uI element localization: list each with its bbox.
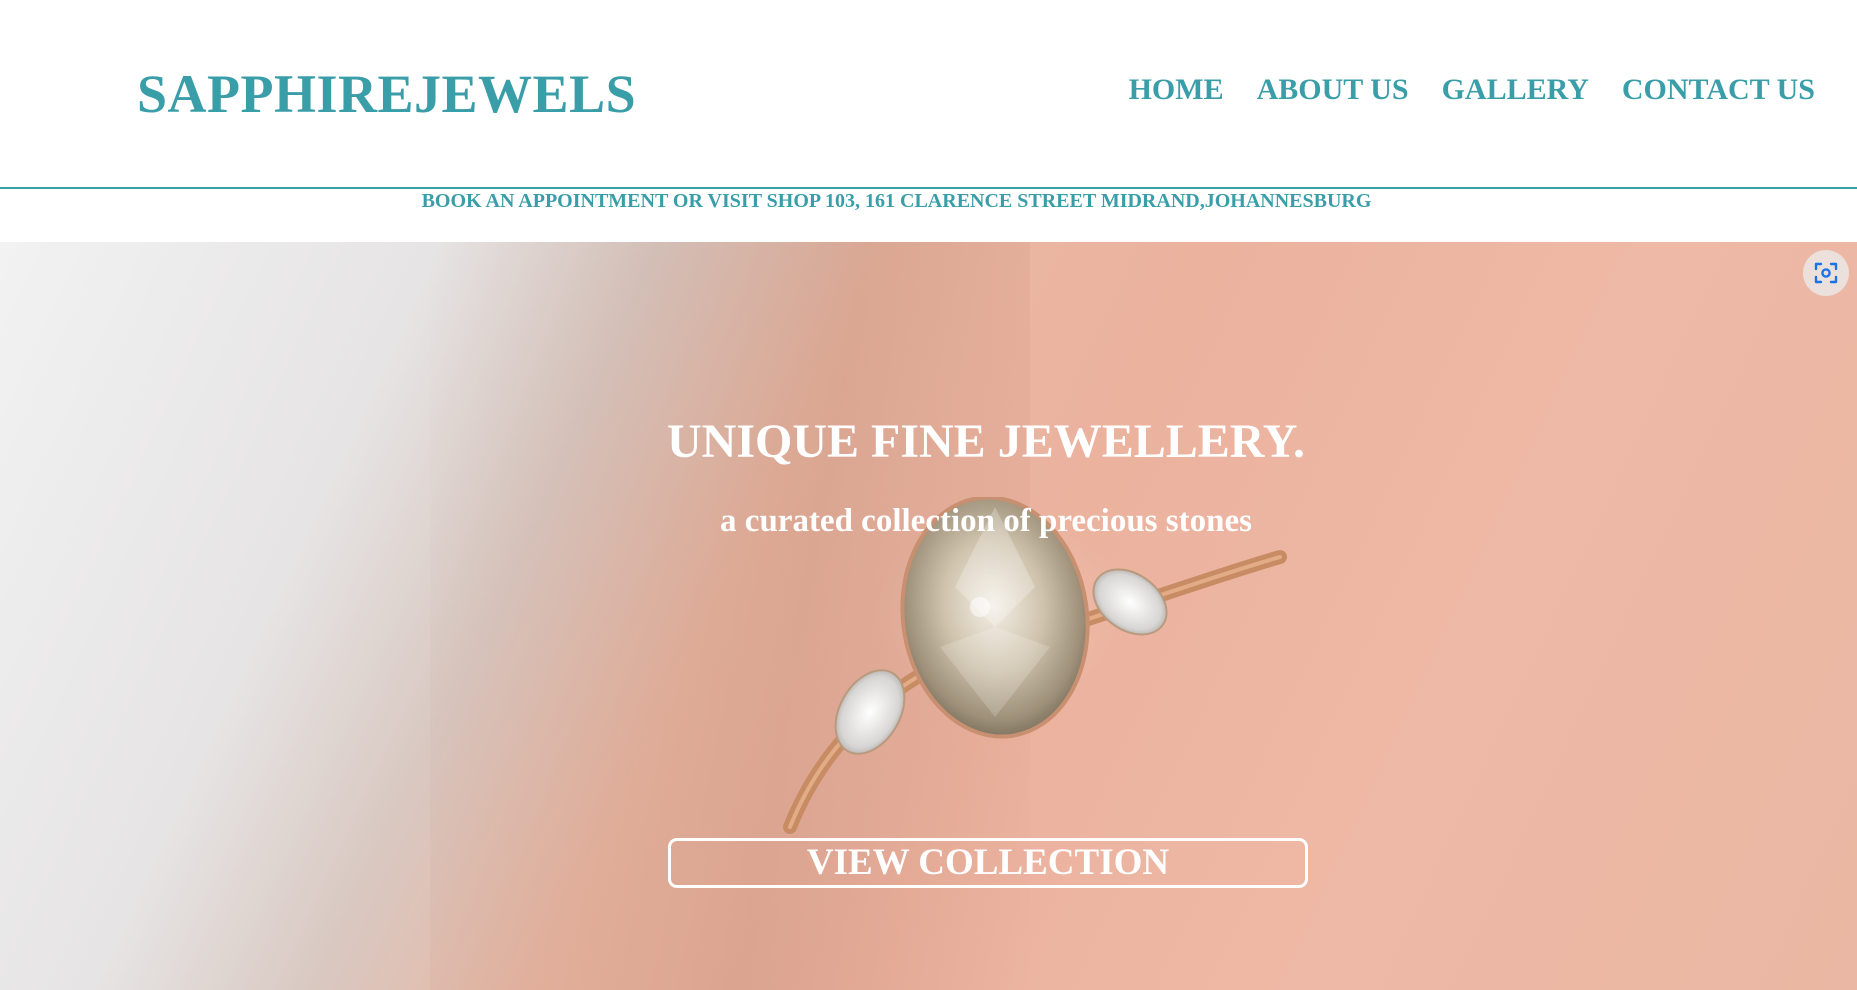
- view-collection-label: VIEW COLLECTION: [806, 842, 1170, 883]
- view-collection-button[interactable]: VIEW COLLECTION: [668, 838, 1308, 888]
- announcement-text: BOOK AN APPOINTMENT OR VISIT SHOP 103, 1…: [421, 190, 1372, 212]
- hero-banner: UNIQUE FINE JEWELLERY. a curated collect…: [0, 242, 1857, 990]
- nav-about-us[interactable]: ABOUT US: [1257, 70, 1409, 110]
- nav-contact-us[interactable]: CONTACT US: [1622, 70, 1815, 110]
- nav-home[interactable]: HOME: [1129, 70, 1224, 110]
- hero-title: UNIQUE FINE JEWELLERY.: [666, 415, 1305, 469]
- hero-subtitle: a curated collection of precious stones: [720, 503, 1252, 539]
- hero-ring-image: [783, 497, 1287, 834]
- site-logo[interactable]: SAPPHIREJEWELS: [137, 62, 636, 126]
- announcement-bar: BOOK AN APPOINTMENT OR VISIT SHOP 103, 1…: [0, 189, 1857, 242]
- site-header: SAPPHIREJEWELS HOME ABOUT US GALLERY CON…: [0, 0, 1857, 187]
- visual-search-button[interactable]: [1803, 250, 1849, 296]
- nav-gallery[interactable]: GALLERY: [1442, 70, 1589, 110]
- main-nav: HOME ABOUT US GALLERY CONTACT US: [1129, 70, 1815, 110]
